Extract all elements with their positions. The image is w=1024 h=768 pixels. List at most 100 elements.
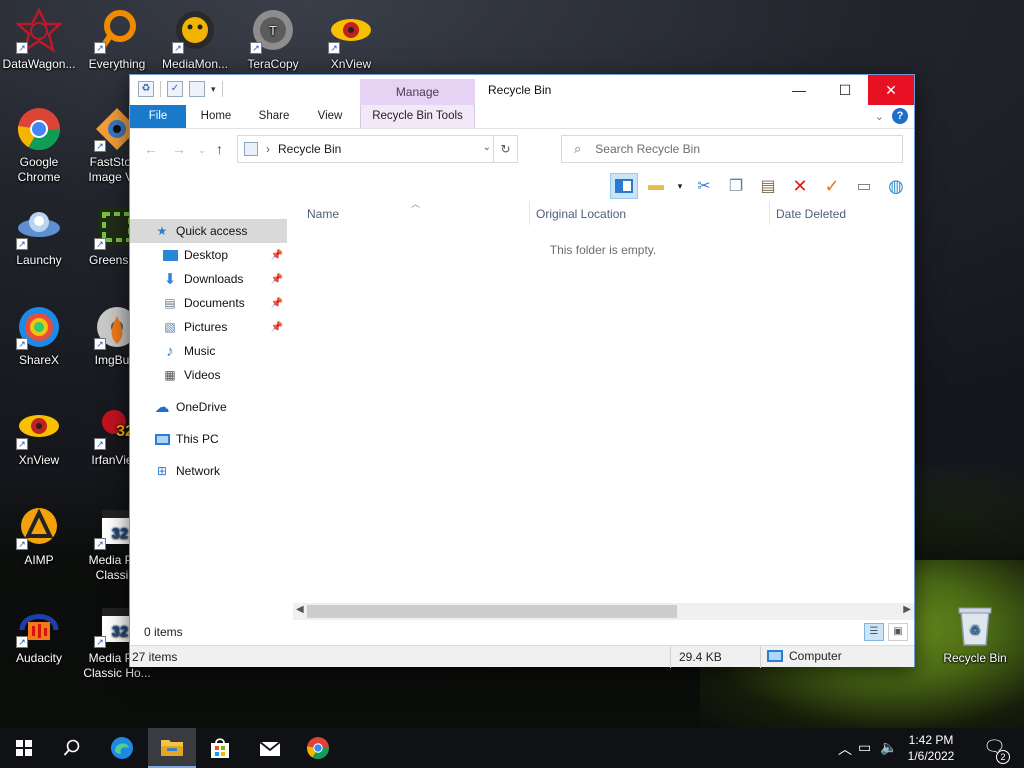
tab-share[interactable]: Share: [252, 105, 296, 128]
item-count: 0 items: [144, 625, 183, 639]
breadcrumb[interactable]: Recycle Bin: [278, 142, 341, 156]
scrollbar-thumb[interactable]: [307, 605, 677, 618]
up-arrow-icon[interactable]: ↑: [216, 141, 223, 157]
refresh-icon[interactable]: ↻: [493, 136, 517, 162]
forward-arrow-icon[interactable]: →: [172, 141, 186, 157]
delete-button[interactable]: ✕: [786, 173, 814, 199]
new-folder-dropdown[interactable]: ▾: [674, 173, 686, 199]
show-hidden-icons-chevron-icon[interactable]: ︿: [838, 739, 852, 759]
scroll-left-icon[interactable]: ◀: [296, 604, 304, 615]
help-icon[interactable]: ?: [892, 108, 908, 124]
search-box[interactable]: ⌕: [561, 135, 903, 163]
column-separator[interactable]: [529, 201, 530, 225]
pin-icon[interactable]: 📌: [271, 322, 283, 333]
desktop-icon-sharex[interactable]: ↗ ShareX: [0, 304, 78, 368]
address-bar[interactable]: › Recycle Bin ⌄ ↻: [237, 135, 518, 163]
column-header-original-location[interactable]: Original Location: [536, 201, 626, 227]
pin-icon[interactable]: 📌: [271, 274, 283, 285]
start-button[interactable]: [0, 728, 48, 768]
mail-taskbar-button[interactable]: [246, 728, 294, 768]
tab-file[interactable]: File: [130, 105, 186, 128]
star-icon: ★: [156, 224, 168, 238]
tab-manage[interactable]: Manage: [360, 79, 475, 105]
nav-label: Quick access: [176, 224, 248, 238]
nav-videos[interactable]: ▦ Videos: [130, 363, 287, 387]
nav-documents[interactable]: ▤ Documents 📌: [130, 291, 287, 315]
status-separator: [670, 646, 671, 668]
navigation-pane-icon: [615, 179, 633, 193]
column-separator[interactable]: [769, 201, 770, 225]
large-icons-view-icon[interactable]: ▣: [888, 623, 908, 641]
chrome-taskbar-button[interactable]: [294, 728, 342, 768]
minimize-button[interactable]: —: [776, 75, 822, 105]
column-header-date-deleted[interactable]: Date Deleted: [776, 201, 846, 227]
desktop-icon-everything[interactable]: ↗ Everything: [78, 8, 156, 72]
properties-qat-icon[interactable]: ✓: [167, 81, 183, 97]
network-disconnected-icon[interactable]: ▭: [858, 739, 871, 756]
new-folder-button[interactable]: ▬: [642, 173, 670, 199]
horizontal-scrollbar[interactable]: ◀ ▶: [293, 603, 914, 620]
nav-downloads[interactable]: ⬇ Downloads 📌: [130, 267, 287, 291]
tab-recycle-bin-tools[interactable]: Recycle Bin Tools: [360, 105, 475, 128]
pin-icon[interactable]: 📌: [271, 250, 283, 261]
expand-ribbon-icon[interactable]: ⌄: [875, 110, 884, 123]
properties-button[interactable]: ✓: [818, 173, 846, 199]
tab-view[interactable]: View: [310, 105, 350, 128]
everything-icon: ↗: [94, 8, 140, 54]
volume-muted-icon[interactable]: 🔈: [880, 739, 897, 756]
close-button[interactable]: ✕: [868, 75, 914, 105]
pin-icon[interactable]: 📌: [271, 298, 283, 309]
desktop-icon-recycle-bin[interactable]: ♻ Recycle Bin: [936, 602, 1014, 666]
qat-dropdown-icon[interactable]: ▾: [211, 84, 216, 95]
maximize-button[interactable]: ☐: [822, 75, 868, 105]
location-label: Computer: [789, 649, 842, 663]
taskbar-clock[interactable]: 1:42 PM 1/6/2022: [896, 732, 966, 764]
scroll-right-icon[interactable]: ▶: [903, 604, 911, 615]
recent-locations-icon[interactable]: ⌄: [198, 145, 206, 156]
rename-button[interactable]: ▭: [850, 173, 878, 199]
globe-button[interactable]: ◍: [882, 173, 910, 199]
navigation-pane-button[interactable]: [610, 173, 638, 199]
navigation-pane: ★ Quick access Desktop 📌 ⬇ Downloads 📌 ▤…: [130, 215, 293, 615]
desktop-icon-launchy[interactable]: ↗ Launchy: [0, 204, 78, 268]
new-folder-qat-icon[interactable]: [189, 81, 205, 97]
details-view-icon[interactable]: ☰: [864, 623, 884, 641]
paste-button[interactable]: ▤: [754, 173, 782, 199]
copy-button[interactable]: ❐: [722, 173, 750, 199]
breadcrumb-chevron-icon[interactable]: ›: [266, 142, 270, 156]
address-dropdown-icon[interactable]: ⌄: [483, 142, 491, 153]
nav-this-pc[interactable]: This PC: [130, 427, 287, 451]
nav-network[interactable]: ⊞ Network: [130, 459, 287, 483]
nav-onedrive[interactable]: ☁ OneDrive: [130, 395, 287, 419]
back-arrow-icon[interactable]: ←: [144, 141, 158, 157]
nav-label: Downloads: [184, 272, 244, 286]
ribbon-tabs: File Home Share View Recycle Bin Tools ⌄…: [130, 105, 914, 129]
nav-label: This PC: [176, 432, 219, 446]
nav-music[interactable]: ♪ Music: [130, 339, 287, 363]
desktop-icon: [162, 247, 178, 263]
desktop-icon-aimp[interactable]: ↗ AIMP: [0, 504, 78, 568]
nav-quick-access[interactable]: ★ Quick access: [130, 219, 287, 243]
desktop-icon-teracopy[interactable]: T ↗ TeraCopy: [234, 8, 312, 72]
nav-desktop[interactable]: Desktop 📌: [130, 243, 287, 267]
desktop-icon-datawagon[interactable]: ↗ DataWagon...: [0, 7, 78, 72]
ribbon-controls: ⌄ ?: [875, 108, 908, 124]
desktop-icon-chrome[interactable]: Google Chrome: [0, 106, 78, 185]
title-bar[interactable]: ♻ ✓ ▾ Manage Recycle Bin — ☐ ✕: [130, 75, 914, 105]
svg-text:32: 32: [112, 623, 129, 640]
nav-pictures[interactable]: ▧ Pictures 📌: [130, 315, 287, 339]
desktop-icon-xnview[interactable]: ↗ XnView: [0, 404, 78, 468]
desktop-icon-xnview-top[interactable]: ↗ XnView: [312, 8, 390, 72]
search-input[interactable]: [595, 142, 876, 156]
datawagon-icon: ↗: [14, 7, 64, 54]
column-header-name[interactable]: Name: [307, 201, 339, 227]
file-explorer-taskbar-button[interactable]: [148, 728, 196, 768]
tab-home[interactable]: Home: [194, 105, 238, 128]
cut-button[interactable]: ✂: [690, 173, 718, 199]
search-taskbar-button[interactable]: [48, 728, 96, 768]
store-taskbar-button[interactable]: [196, 728, 244, 768]
desktop-icon-mediamonkey[interactable]: ↗ MediaMon...: [156, 8, 234, 72]
edge-taskbar-button[interactable]: [98, 728, 146, 768]
desktop-icon-audacity[interactable]: ↗ Audacity: [0, 602, 78, 666]
computer-icon: [154, 431, 170, 447]
